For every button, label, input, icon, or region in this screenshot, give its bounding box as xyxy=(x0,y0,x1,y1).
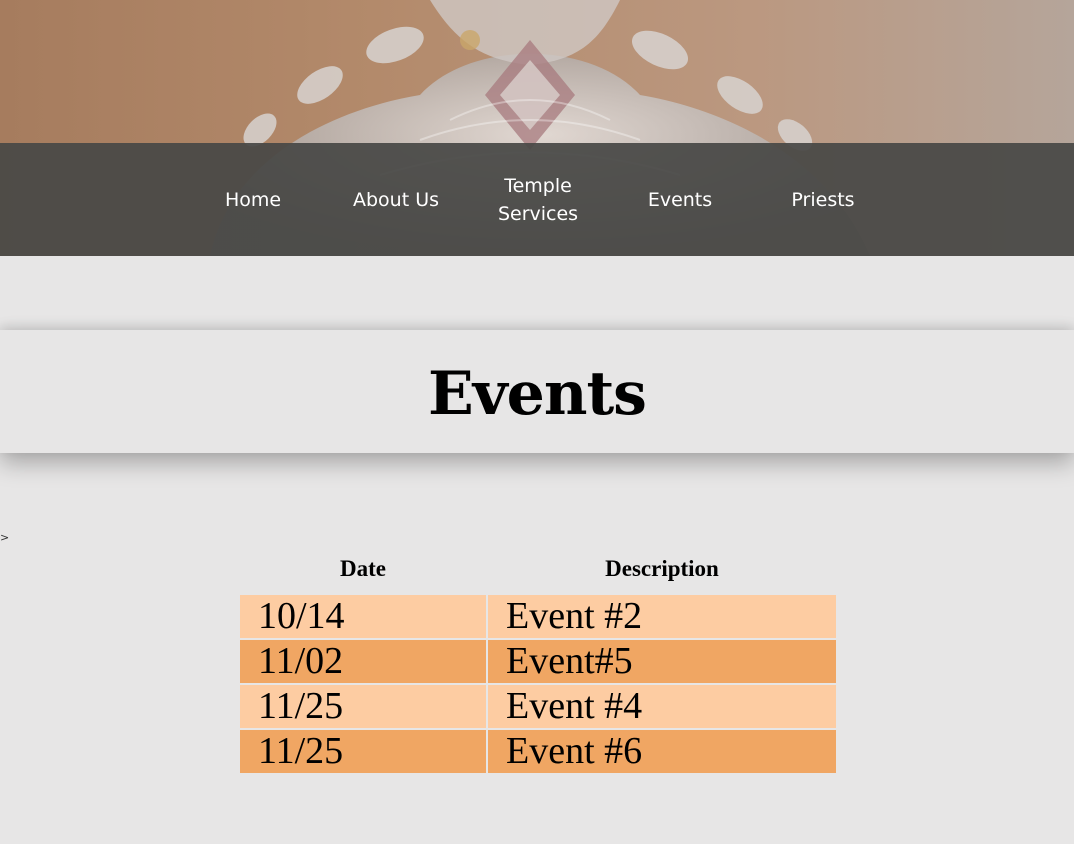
event-description-cell: Event #6 xyxy=(488,730,836,773)
event-description-cell: Event #4 xyxy=(488,685,836,728)
nav-temple-services-label-line2: Services xyxy=(497,202,579,225)
table-header-row: Date Description xyxy=(240,553,836,593)
events-table: Date Description 10/14 Event #2 11/02 Ev… xyxy=(238,551,838,775)
event-date-cell: 11/02 xyxy=(240,640,486,683)
description-column-header: Description xyxy=(605,556,719,581)
nav-events-label: Events xyxy=(647,188,713,211)
table-row: 11/02 Event#5 xyxy=(240,640,836,683)
nav-temple-services-label-line1: Temple xyxy=(504,174,572,197)
page-title-band: Events xyxy=(0,330,1074,453)
table-row: 11/25 Event #4 xyxy=(240,685,836,728)
nav-about-us-label: About Us xyxy=(352,188,440,211)
table-row: 10/14 Event #2 xyxy=(240,595,836,638)
nav-priests-label: Priests xyxy=(791,188,855,211)
nav-home-link[interactable]: Home xyxy=(183,143,323,256)
main-navbar: Home About Us Temple Services Events Pri… xyxy=(0,143,1074,256)
hero-banner: Home About Us Temple Services Events Pri… xyxy=(0,0,1074,256)
date-column-header: Date xyxy=(340,556,386,581)
page-title: Events xyxy=(428,358,647,429)
nav-temple-services-link[interactable]: Temple Services xyxy=(468,143,608,256)
event-date-cell: 11/25 xyxy=(240,730,486,773)
event-date-cell: 10/14 xyxy=(240,595,486,638)
event-description-cell: Event #2 xyxy=(488,595,836,638)
nav-about-us-link[interactable]: About Us xyxy=(326,143,466,256)
event-date-cell: 11/25 xyxy=(240,685,486,728)
event-description-cell: Event#5 xyxy=(488,640,836,683)
table-row: 11/25 Event #6 xyxy=(240,730,836,773)
nav-home-label: Home xyxy=(224,188,282,211)
nav-priests-link[interactable]: Priests xyxy=(753,143,893,256)
nav-events-link[interactable]: Events xyxy=(610,143,750,256)
stray-text: > xyxy=(0,531,10,544)
